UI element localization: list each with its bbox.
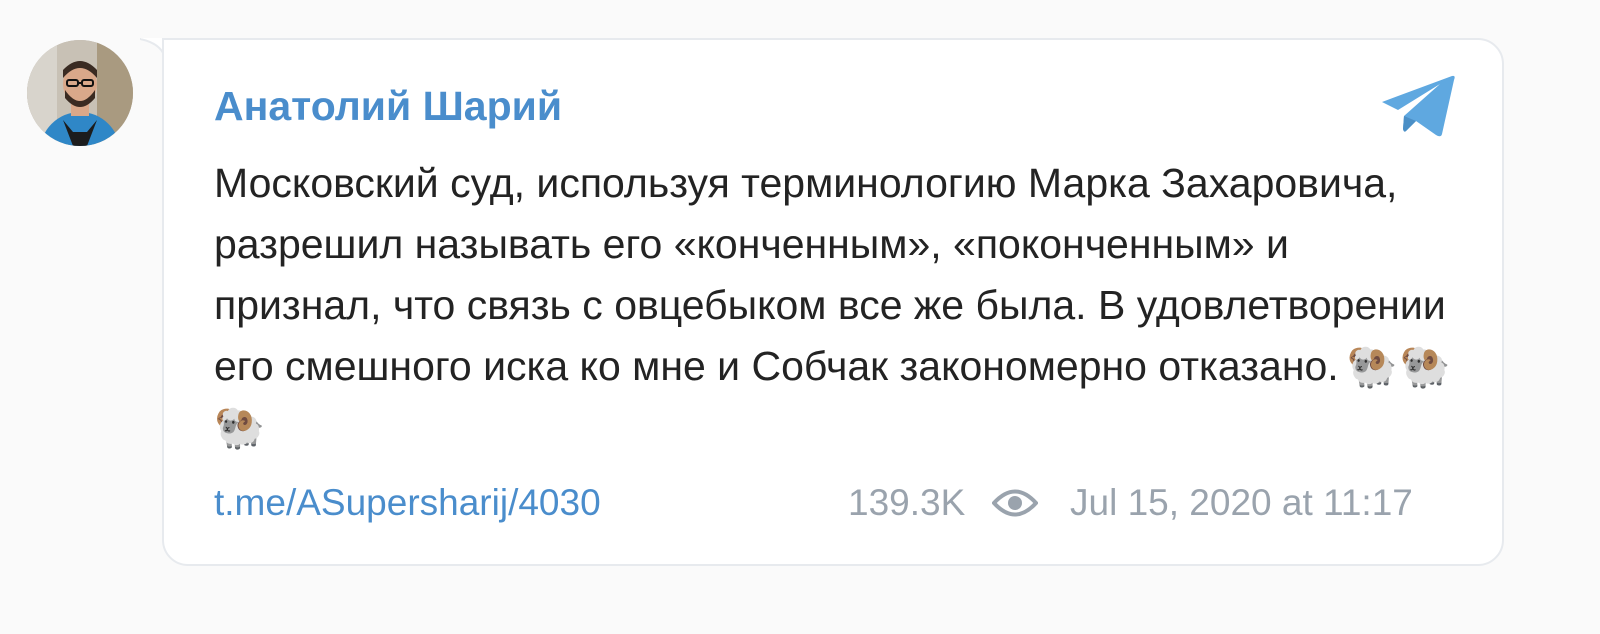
post-timestamp[interactable]: Jul 15, 2020 at 11:17	[1070, 478, 1413, 528]
view-count: 139.3K	[848, 482, 966, 523]
message-text: Московский суд, используя терминологию М…	[214, 153, 1464, 458]
author-name[interactable]: Анатолий Шарий	[214, 80, 562, 132]
message-body: Московский суд, используя терминологию М…	[214, 160, 1446, 389]
post-link[interactable]: t.me/ASupersharij/4030	[214, 478, 601, 528]
author-avatar[interactable]	[27, 40, 133, 146]
eye-icon	[992, 489, 1038, 517]
telegram-icon[interactable]	[1380, 74, 1456, 138]
